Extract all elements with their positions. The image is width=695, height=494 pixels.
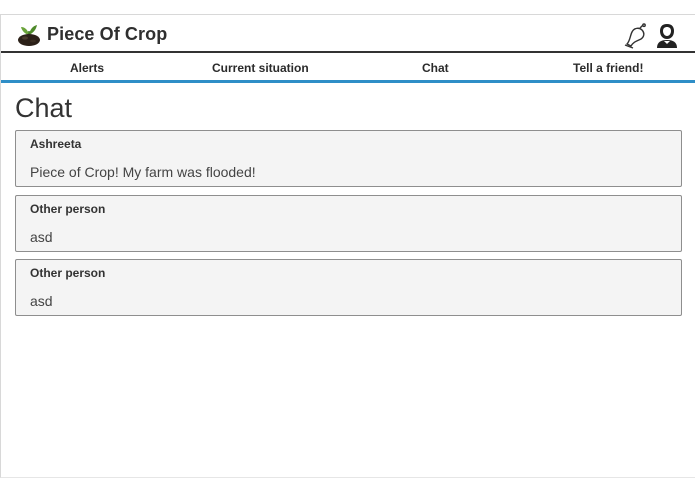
- chat-message: Other person asd: [15, 259, 682, 316]
- app-header: Piece Of Crop: [1, 15, 695, 53]
- message-author: Other person: [30, 266, 106, 280]
- chat-message: Other person asd: [15, 195, 682, 252]
- nav-item-current-situation[interactable]: Current situation: [212, 61, 309, 75]
- nav-item-alerts[interactable]: Alerts: [70, 61, 104, 75]
- message-text: Piece of Crop! My farm was flooded!: [30, 164, 256, 180]
- chat-message: Ashreeta Piece of Crop! My farm was floo…: [15, 130, 682, 187]
- user-avatar-icon[interactable]: [655, 22, 679, 49]
- page-title: Chat: [15, 93, 73, 123]
- plant-in-soil-icon: [18, 25, 40, 46]
- main-nav: Alerts Current situation Chat Tell a fri…: [1, 55, 695, 83]
- app-window: Piece Of Crop Alerts Current situation C…: [0, 14, 695, 478]
- message-text: asd: [30, 229, 53, 245]
- message-text: asd: [30, 293, 53, 309]
- bell-icon[interactable]: [621, 23, 649, 49]
- app-title: Piece Of Crop: [47, 24, 168, 44]
- nav-item-tell-a-friend[interactable]: Tell a friend!: [573, 61, 643, 75]
- message-author: Other person: [30, 202, 106, 216]
- nav-item-chat[interactable]: Chat: [422, 61, 449, 75]
- message-author: Ashreeta: [30, 137, 82, 151]
